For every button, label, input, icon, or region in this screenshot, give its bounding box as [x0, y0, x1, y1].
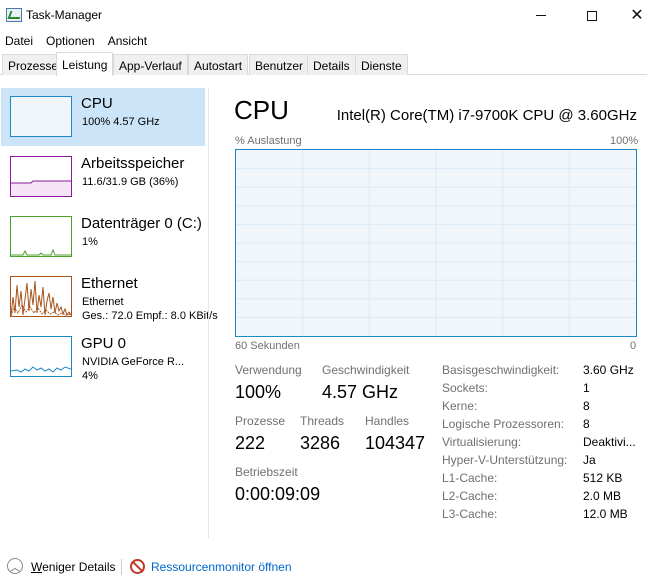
speed-label: Geschwindigkeit	[322, 363, 410, 377]
tab-autostart[interactable]: Autostart	[188, 54, 249, 75]
detail-label: L1-Cache:	[442, 471, 498, 485]
menu-datei[interactable]: Datei	[0, 31, 38, 51]
resource-item-disk[interactable]: Datenträger 0 (C:) 1%	[1, 208, 205, 266]
menu-optionen[interactable]: Optionen	[41, 31, 100, 51]
resource-subtitle: 100% 4.57 GHz	[82, 116, 160, 128]
detail-label: L3-Cache:	[442, 507, 498, 521]
resource-item-gpu[interactable]: GPU 0 NVIDIA GeForce R... 4%	[1, 328, 205, 386]
uptime-label: Betriebszeit	[235, 465, 298, 479]
tab-prozesse[interactable]: Prozesse	[2, 54, 65, 75]
close-icon: ✕	[630, 6, 644, 24]
detail-value: 2.0 MB	[583, 489, 622, 503]
detail-label: Virtualisierung:	[442, 435, 522, 449]
fewer-details-link[interactable]: Weniger Details	[31, 560, 115, 574]
resource-subtitle: 11.6/31.9 GB (36%)	[82, 176, 179, 188]
footer-separator	[121, 559, 122, 575]
detail-label: Basisgeschwindigkeit:	[442, 363, 560, 377]
speed-value: 4.57 GHz	[322, 382, 399, 402]
handles-value: 104347	[365, 433, 426, 453]
detail-label: Logische Prozessoren:	[442, 417, 565, 431]
detail-value: 8	[583, 417, 590, 431]
resource-item-cpu[interactable]: CPU 100% 4.57 GHz	[1, 88, 205, 146]
resource-detail: Ges.: 72.0 Empf.: 8.0 KBit/s	[82, 310, 218, 322]
tab-details[interactable]: Details	[307, 54, 356, 75]
resource-monitor-icon[interactable]	[130, 559, 145, 574]
task-manager-icon	[6, 8, 22, 22]
chevron-up-icon[interactable]: ︿	[7, 558, 23, 574]
resource-list: CPU 100% 4.57 GHz Arbeitsspeicher 11.6/3…	[0, 88, 218, 538]
close-button[interactable]: ✕	[614, 0, 647, 31]
usage-label: Verwendung	[235, 363, 302, 377]
page-title: CPU	[234, 95, 289, 125]
menu-bar: Datei Optionen Ansicht	[0, 31, 647, 51]
processes-value: 222	[235, 433, 266, 453]
resource-item-ethernet[interactable]: Ethernet Ethernet Ges.: 72.0 Empf.: 8.0 …	[1, 268, 218, 326]
maximize-button[interactable]	[569, 0, 615, 31]
tab-leistung[interactable]: Leistung	[56, 52, 114, 76]
resource-title: Datenträger 0 (C:)	[81, 215, 202, 232]
resource-subtitle: NVIDIA GeForce R...	[82, 356, 185, 368]
tab-bar: Prozesse Leistung App-Verlauf Autostart …	[0, 52, 647, 76]
minimize-icon	[536, 15, 546, 16]
resource-subtitle: 1%	[82, 236, 98, 248]
title-bar: Task-Manager ✕	[0, 0, 647, 31]
graph-y-label: % Auslastung	[235, 135, 302, 147]
ethernet-thumbnail-graph	[10, 276, 72, 317]
detail-value: Deaktivi...	[583, 435, 636, 449]
threads-label: Threads	[300, 414, 345, 428]
detail-label: L2-Cache:	[442, 489, 498, 503]
resource-monitor-link[interactable]: Ressourcenmonitor öffnen	[151, 560, 292, 574]
maximize-icon	[587, 10, 597, 21]
detail-label: Hyper-V-Unterstützung:	[442, 453, 568, 467]
uptime-value: 0:00:09:09	[235, 484, 321, 504]
detail-value: 12.0 MB	[583, 507, 628, 521]
tab-benutzer[interactable]: Benutzer	[249, 54, 310, 75]
cpu-model-name: Intel(R) Core(TM) i7-9700K CPU @ 3.60GHz	[336, 107, 637, 124]
tab-dienste[interactable]: Dienste	[355, 54, 408, 75]
graph-y-max-label: 100%	[610, 135, 639, 147]
pane-divider[interactable]	[208, 88, 209, 538]
detail-value: 512 KB	[583, 471, 623, 485]
footer-bar: ︿ Weniger Details Ressourcenmonitor öffn…	[0, 556, 647, 580]
disk-thumbnail-graph	[10, 216, 72, 257]
cpu-thumbnail-graph	[10, 96, 72, 137]
menu-ansicht[interactable]: Ansicht	[103, 31, 152, 51]
minimize-button[interactable]	[518, 0, 564, 31]
graph-x-end-label: 0	[630, 340, 637, 352]
detail-label: Sockets:	[442, 381, 489, 395]
gpu-thumbnail-graph	[10, 336, 72, 377]
handles-label: Handles	[365, 414, 410, 428]
detail-value: Ja	[583, 453, 596, 467]
resource-title: Ethernet	[81, 275, 138, 292]
memory-thumbnail-graph	[10, 156, 72, 197]
detail-value: 8	[583, 399, 590, 413]
resource-title: Arbeitsspeicher	[81, 155, 185, 172]
processes-label: Prozesse	[235, 414, 286, 428]
detail-label: Kerne:	[442, 399, 478, 413]
usage-value: 100%	[235, 382, 282, 402]
window-title: Task-Manager	[26, 8, 103, 22]
threads-value: 3286	[300, 433, 341, 453]
cpu-utilization-graph	[235, 149, 637, 337]
detail-value: 3.60 GHz	[583, 363, 634, 377]
resource-item-memory[interactable]: Arbeitsspeicher 11.6/31.9 GB (36%)	[1, 148, 205, 206]
cpu-graph-grid	[236, 150, 636, 336]
resource-title: GPU 0	[81, 335, 127, 352]
resource-title: CPU	[81, 95, 113, 112]
tab-app-verlauf[interactable]: App-Verlauf	[113, 54, 188, 75]
resource-detail: 4%	[82, 370, 98, 382]
graph-x-label: 60 Sekunden	[235, 340, 300, 352]
detail-value: 1	[583, 381, 590, 395]
resource-subtitle: Ethernet	[82, 296, 124, 308]
